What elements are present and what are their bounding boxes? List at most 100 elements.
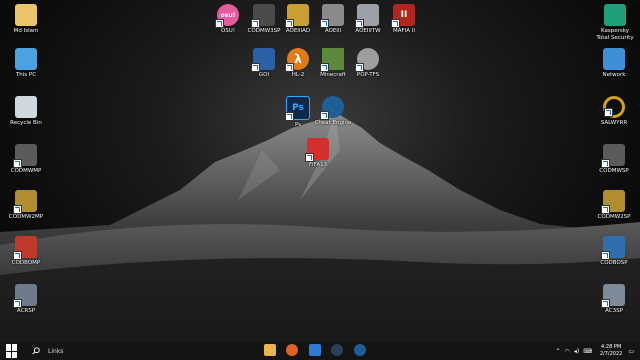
desktop-icon-pop-tfs[interactable]: POP-TFS	[346, 48, 390, 79]
desktop-icon-md-islam[interactable]: Md Islam	[4, 4, 48, 35]
photoshop-icon: Ps	[285, 96, 310, 121]
shortcut-arrow-icon	[285, 63, 294, 72]
shortcut-arrow-icon	[13, 299, 22, 308]
desktop-icon-codbosp[interactable]: CODBOSP	[592, 236, 636, 267]
desktop-icon-kaspersky[interactable]: Kaspersky Total Security	[592, 4, 638, 42]
desktop-icon-ac3sp[interactable]: AC3SP	[592, 284, 636, 315]
chevron-up-icon[interactable]: ⌃	[556, 348, 561, 355]
taskbar-clock[interactable]: 4:28 PM 2/7/2022	[600, 344, 622, 358]
desktop-icon-codmw2mp[interactable]: CODMW2MP	[4, 190, 48, 221]
desktop-icon-label: Recycle Bin	[10, 120, 42, 126]
shortcut-arrow-icon	[320, 111, 329, 120]
desktop-icon-label: ACRSP	[16, 308, 36, 314]
desktop-icon-label: MAFIA II	[392, 28, 416, 34]
search-icon	[32, 347, 40, 355]
shortcut-arrow-icon	[215, 19, 224, 28]
recycle-bin-icon	[15, 96, 37, 118]
minecraft-icon	[320, 48, 344, 72]
cod-mw2-icon	[13, 190, 37, 214]
half-life-icon: λ	[285, 48, 309, 72]
shortcut-arrow-icon	[305, 153, 314, 162]
clock-date: 2/7/2022	[599, 351, 623, 357]
cod-bo-icon	[13, 236, 37, 260]
cod-mw3-icon	[251, 4, 275, 28]
firefox-icon[interactable]	[286, 344, 298, 356]
shortcut-arrow-icon	[320, 63, 329, 72]
desktop-icon-network[interactable]: Network	[592, 48, 636, 79]
aoe3-tw-icon	[355, 4, 379, 28]
desktop-icon-label: Network	[602, 72, 626, 78]
desktop-icon-recycle-bin[interactable]: Recycle Bin	[4, 96, 48, 127]
desktop-icon-label: Kaspersky Total Security	[596, 28, 634, 41]
desktop-icon-label: CODMW2SP	[597, 214, 631, 220]
file-explorer-icon[interactable]	[264, 344, 276, 356]
wifi-icon[interactable]: ◠	[565, 348, 570, 355]
desktop-icon-label: POP-TFS	[356, 72, 380, 78]
shortcut-arrow-icon	[355, 19, 364, 28]
steam-icon[interactable]	[331, 344, 343, 356]
shortcut-arrow-icon	[251, 63, 260, 72]
desktop-icon-label: Cheat Engine	[314, 120, 352, 126]
search-label: Links	[48, 347, 64, 355]
goi-icon	[251, 48, 275, 72]
kaspersky-icon	[604, 4, 626, 26]
language-icon[interactable]: ⌨	[583, 348, 592, 355]
mafia-icon: II	[391, 4, 415, 28]
desktop-icon-codbomp[interactable]: CODBOMP	[4, 236, 48, 267]
shortcut-arrow-icon	[355, 63, 364, 72]
desktop-icon-acrsp[interactable]: ACRSP	[4, 284, 48, 315]
desktop-icon-label: AC3SP	[605, 308, 623, 314]
volume-icon[interactable]: ◂)	[574, 348, 579, 355]
desktop-icon-codmw2sp[interactable]: CODMW2SP	[592, 190, 636, 221]
cod-mw2-sp-icon	[601, 190, 625, 214]
shortcut-arrow-icon	[13, 205, 22, 214]
shortcut-arrow-icon	[320, 19, 329, 28]
cheat-engine-task-icon[interactable]	[354, 344, 366, 356]
desktop-icon-label: CODMWSP	[599, 168, 629, 174]
fifa-icon	[305, 138, 329, 162]
shortcut-arrow-icon	[285, 19, 294, 28]
cheat-engine-icon	[320, 96, 344, 120]
desktop-icon-label: Md Islam	[13, 28, 39, 34]
salwyrr-icon	[603, 96, 625, 118]
desktop-icon-label: CODMW2MP	[8, 214, 44, 220]
desktop-icon-label: This PC	[15, 72, 37, 78]
desktop-icon-label: CODBOSP	[600, 260, 628, 266]
desktop-icon-mafia-ii[interactable]: II MAFIA II	[382, 4, 426, 35]
notification-icon[interactable]: ▭	[628, 348, 634, 355]
cod-mw-icon	[13, 144, 37, 168]
ac3-icon	[601, 284, 625, 308]
cod-bo-sp-icon	[601, 236, 625, 260]
shortcut-arrow-icon	[601, 159, 610, 168]
desktop-icon-cheat-engine[interactable]: Cheat Engine	[311, 96, 355, 127]
calendar-app-icon[interactable]	[309, 344, 321, 356]
desktop-icon-codmwmp[interactable]: CODMWMP	[4, 144, 48, 175]
desktop-icon-label: CODMWMP	[10, 168, 42, 174]
aoe3-icon	[285, 4, 309, 28]
shortcut-arrow-icon	[251, 19, 260, 28]
computer-icon	[15, 48, 37, 70]
osu-glyph: osu!	[220, 11, 236, 19]
desktop-icon-label: FIFA13	[308, 162, 328, 168]
shortcut-arrow-icon	[601, 205, 610, 214]
osu-icon: osu!	[215, 4, 239, 28]
user-folder-icon	[15, 4, 37, 26]
shortcut-arrow-icon	[391, 19, 400, 28]
aoe3-helmet-icon	[320, 4, 344, 28]
shortcut-arrow-icon	[601, 251, 610, 260]
desktop-icon-this-pc[interactable]: This PC	[4, 48, 48, 79]
desktop-icon-label: SALWYRR	[600, 120, 628, 126]
system-tray: ⌃ ◠ ◂) ⌨ 4:28 PM 2/7/2022 ▭	[556, 343, 634, 359]
windows-start-icon[interactable]	[6, 344, 20, 358]
cod-mw-sp-icon	[601, 144, 625, 168]
shortcut-arrow-icon	[604, 108, 613, 117]
desktop-icon-fifa13[interactable]: FIFA13	[296, 138, 340, 169]
taskbar-search[interactable]: Links	[32, 347, 63, 355]
desktop-icon-label: CODBOMP	[11, 260, 41, 266]
pop-icon	[355, 48, 379, 72]
ac-rogue-icon	[13, 284, 37, 308]
desktop-icon-salwyrr[interactable]: SALWYRR	[592, 96, 636, 127]
desktop-icon-codmwsp[interactable]: CODMWSP	[592, 144, 636, 175]
shortcut-arrow-icon	[601, 299, 610, 308]
mafia-glyph: II	[400, 10, 408, 20]
